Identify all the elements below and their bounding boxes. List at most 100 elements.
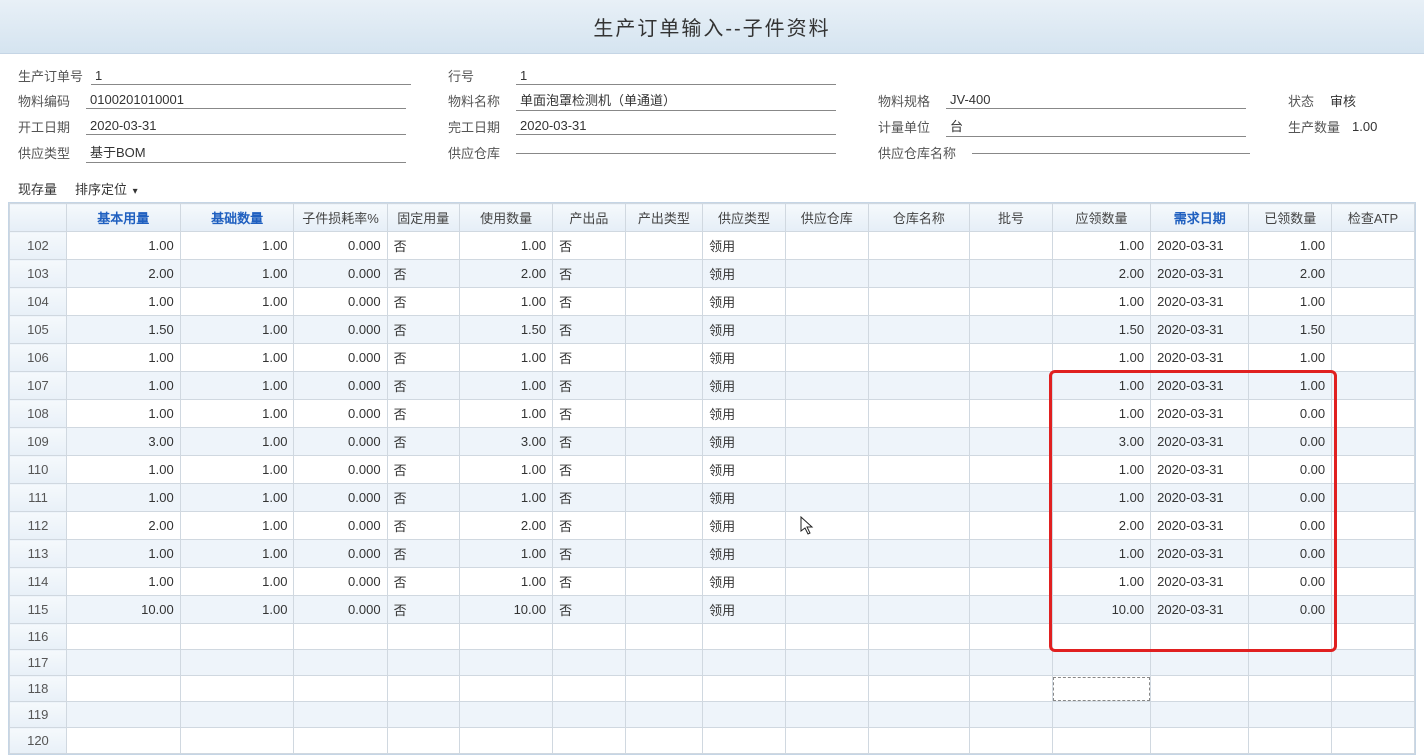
grid-cell[interactable] — [785, 568, 868, 596]
grid-cell[interactable] — [970, 596, 1053, 624]
grid-cell[interactable]: 否 — [387, 400, 459, 428]
grid-cell[interactable] — [180, 624, 294, 650]
grid-cell[interactable] — [387, 728, 459, 754]
grid-cell[interactable]: 领用 — [703, 400, 786, 428]
grid-cell[interactable] — [785, 702, 868, 728]
grid-cell[interactable]: 2.00 — [1052, 512, 1150, 540]
grid-cell[interactable]: 0.00 — [1249, 456, 1332, 484]
grid-cell[interactable]: 否 — [387, 260, 459, 288]
grid-cell[interactable]: 领用 — [703, 344, 786, 372]
grid-cell[interactable] — [460, 650, 553, 676]
table-row[interactable]: 1122.001.000.000否2.00否领用2.002020-03-310.… — [10, 512, 1415, 540]
grid-cell[interactable]: 3.00 — [66, 428, 180, 456]
grid-cell[interactable]: 2020-03-31 — [1151, 456, 1249, 484]
table-row[interactable]: 1131.001.000.000否1.00否领用1.002020-03-310.… — [10, 540, 1415, 568]
grid-cell[interactable]: 10.00 — [460, 596, 553, 624]
grid-cell[interactable]: 领用 — [703, 372, 786, 400]
grid-cell[interactable] — [553, 676, 625, 702]
grid-cell[interactable] — [1332, 728, 1415, 754]
grid-cell[interactable]: 否 — [387, 316, 459, 344]
grid-cell[interactable] — [1249, 650, 1332, 676]
grid-cell[interactable]: 1.00 — [1052, 568, 1150, 596]
grid-cell[interactable]: 1.00 — [460, 456, 553, 484]
grid-cell[interactable] — [1052, 624, 1150, 650]
grid-cell[interactable]: 0.000 — [294, 288, 387, 316]
grid-cell[interactable] — [625, 260, 703, 288]
grid-cell[interactable] — [703, 650, 786, 676]
grid-cell[interactable] — [970, 702, 1053, 728]
grid-cell[interactable] — [868, 288, 969, 316]
grid-cell[interactable]: 2020-03-31 — [1151, 400, 1249, 428]
supply-wh-value[interactable] — [516, 151, 836, 154]
grid-cell[interactable] — [1332, 428, 1415, 456]
grid-cell[interactable]: 2020-03-31 — [1151, 484, 1249, 512]
grid-cell[interactable] — [1249, 702, 1332, 728]
grid-cell[interactable]: 1.00 — [66, 540, 180, 568]
table-row[interactable]: 1141.001.000.000否1.00否领用1.002020-03-310.… — [10, 568, 1415, 596]
grid-cell[interactable]: 1.00 — [460, 568, 553, 596]
row-number-cell[interactable]: 107 — [10, 372, 67, 400]
grid-cell[interactable] — [1332, 484, 1415, 512]
grid-cell[interactable]: 2020-03-31 — [1151, 428, 1249, 456]
grid-cell[interactable]: 0.000 — [294, 540, 387, 568]
grid-cell[interactable] — [625, 568, 703, 596]
grid-cell[interactable]: 2020-03-31 — [1151, 316, 1249, 344]
grid-cell[interactable]: 0.00 — [1249, 512, 1332, 540]
grid-cell[interactable] — [868, 316, 969, 344]
grid-cell[interactable]: 2.00 — [460, 512, 553, 540]
col-base-qty[interactable]: 基础数量 — [180, 204, 294, 232]
grid-cell[interactable] — [180, 650, 294, 676]
grid-cell[interactable] — [970, 676, 1053, 702]
grid-cell[interactable]: 0.00 — [1249, 428, 1332, 456]
table-row[interactable]: 11510.001.000.000否10.00否领用10.002020-03-3… — [10, 596, 1415, 624]
grid-cell[interactable] — [970, 400, 1053, 428]
grid-cell[interactable] — [868, 428, 969, 456]
table-row[interactable]: 118 — [10, 676, 1415, 702]
grid-cell[interactable] — [625, 456, 703, 484]
row-number-cell[interactable]: 112 — [10, 512, 67, 540]
grid-cell[interactable] — [625, 702, 703, 728]
grid-cell[interactable]: 1.00 — [180, 568, 294, 596]
grid-cell[interactable]: 否 — [553, 344, 625, 372]
grid-cell[interactable]: 否 — [387, 344, 459, 372]
grid-cell[interactable]: 1.00 — [1249, 344, 1332, 372]
grid-cell[interactable]: 1.00 — [180, 512, 294, 540]
table-row[interactable]: 1032.001.000.000否2.00否领用2.002020-03-312.… — [10, 260, 1415, 288]
col-fixed-usage[interactable]: 固定用量 — [387, 204, 459, 232]
unit-value[interactable]: 台 — [946, 115, 1246, 137]
grid-cell[interactable]: 0.000 — [294, 428, 387, 456]
col-supply-type[interactable]: 供应类型 — [703, 204, 786, 232]
grid-cell[interactable]: 否 — [387, 568, 459, 596]
grid-cell[interactable] — [970, 624, 1053, 650]
grid-cell[interactable]: 1.00 — [1052, 456, 1150, 484]
grid-cell[interactable]: 1.00 — [1052, 484, 1150, 512]
row-number-cell[interactable]: 111 — [10, 484, 67, 512]
grid-cell[interactable] — [180, 676, 294, 702]
grid-cell[interactable]: 2.00 — [66, 260, 180, 288]
order-no-value[interactable]: 1 — [91, 67, 411, 85]
grid-cell[interactable] — [703, 624, 786, 650]
grid-cell[interactable]: 否 — [553, 596, 625, 624]
grid-cell[interactable] — [1052, 650, 1150, 676]
grid-cell[interactable] — [1332, 568, 1415, 596]
grid-cell[interactable]: 1.00 — [180, 540, 294, 568]
grid-cell[interactable] — [1151, 728, 1249, 754]
grid-cell[interactable] — [785, 624, 868, 650]
grid-cell[interactable]: 1.00 — [180, 372, 294, 400]
grid-cell[interactable] — [970, 316, 1053, 344]
grid-cell[interactable] — [785, 428, 868, 456]
grid-cell[interactable] — [1052, 676, 1150, 702]
grid-cell[interactable]: 1.00 — [180, 484, 294, 512]
table-row[interactable]: 117 — [10, 650, 1415, 676]
grid-cell[interactable]: 否 — [387, 428, 459, 456]
grid-cell[interactable]: 领用 — [703, 540, 786, 568]
col-req-qty[interactable]: 应领数量 — [1052, 204, 1150, 232]
grid-cell[interactable]: 领用 — [703, 456, 786, 484]
grid-cell[interactable] — [294, 728, 387, 754]
grid-cell[interactable]: 1.00 — [1052, 344, 1150, 372]
grid-cell[interactable] — [868, 456, 969, 484]
grid-cell[interactable]: 0.000 — [294, 512, 387, 540]
grid-cell[interactable] — [785, 400, 868, 428]
grid-cell[interactable] — [970, 344, 1053, 372]
grid-cell[interactable]: 0.00 — [1249, 484, 1332, 512]
